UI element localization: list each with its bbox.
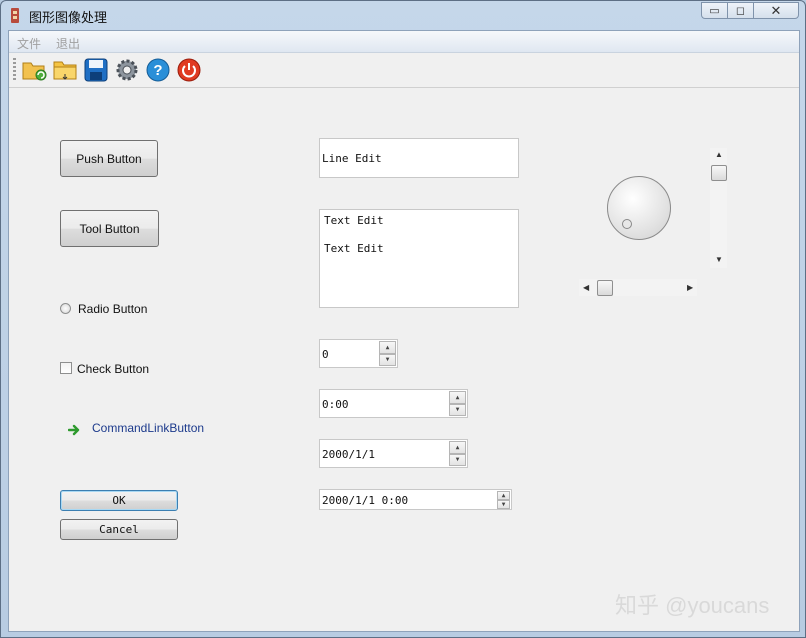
title-bar[interactable]: 图形图像处理 ▭ ◻ ✕ <box>1 1 805 29</box>
maximize-button[interactable]: ◻ <box>727 2 754 19</box>
close-button[interactable]: ✕ <box>753 2 799 19</box>
horizontal-slider[interactable]: ◀ ▶ <box>579 279 697 296</box>
svg-text:?: ? <box>153 62 162 79</box>
power-icon <box>177 58 201 82</box>
check-box[interactable] <box>60 362 72 374</box>
cancel-button[interactable]: Cancel <box>60 519 178 540</box>
scroll-down-arrow-icon[interactable]: ▼ <box>715 255 723 264</box>
time-edit-value: 0:00 <box>322 398 349 411</box>
spin-up-arrow-icon[interactable]: ▲ <box>379 341 396 354</box>
scroll-up-arrow-icon[interactable]: ▲ <box>715 150 723 159</box>
dial[interactable] <box>607 176 671 240</box>
spin-box-value: 0 <box>322 348 329 361</box>
check-box-label[interactable]: Check Button <box>77 362 149 376</box>
date-edit-value: 2000/1/1 <box>322 448 375 461</box>
window-title: 图形图像处理 <box>29 10 108 25</box>
arrow-right-icon <box>68 424 80 436</box>
maximize-icon: ◻ <box>735 5 746 17</box>
minimize-icon: ▭ <box>709 5 720 17</box>
minimize-button[interactable]: ▭ <box>701 2 728 19</box>
close-icon: ✕ <box>770 2 782 18</box>
date-edit[interactable]: 2000/1/1 ▲ ▼ <box>319 439 468 468</box>
date-up-arrow-icon[interactable]: ▲ <box>449 441 466 454</box>
datetime-edit-value: 2000/1/1 0:00 <box>322 494 409 507</box>
watermark: 知乎 @youcans <box>615 593 770 618</box>
time-up-arrow-icon[interactable]: ▲ <box>449 391 466 404</box>
open-folder-button[interactable] <box>20 57 48 83</box>
save-button[interactable] <box>82 57 110 83</box>
datetime-up-arrow-icon[interactable]: ▲ <box>497 491 510 500</box>
dial-knob[interactable] <box>622 219 632 229</box>
command-link-button[interactable]: CommandLinkButton <box>92 421 204 435</box>
menu-file[interactable]: 文件 <box>17 35 41 52</box>
text-edit-line-2: Text Edit <box>324 242 384 255</box>
datetime-down-arrow-icon[interactable]: ▼ <box>497 500 510 509</box>
save-icon <box>84 58 108 82</box>
datetime-edit[interactable]: 2000/1/1 0:00 ▲ ▼ <box>319 489 512 510</box>
help-icon: ? <box>146 58 170 82</box>
spin-down-arrow-icon[interactable]: ▼ <box>379 353 396 366</box>
scroll-right-arrow-icon[interactable]: ▶ <box>687 283 693 292</box>
folder-open-icon <box>22 62 47 81</box>
radio-button[interactable] <box>60 303 71 314</box>
power-button[interactable] <box>175 57 203 83</box>
client-area: 文件 退出 ? Push Button Tool Button Radio Bu… <box>8 30 800 632</box>
ok-button[interactable]: OK <box>60 490 178 511</box>
push-button[interactable]: Push Button <box>60 140 158 177</box>
time-down-arrow-icon[interactable]: ▼ <box>449 403 466 416</box>
tool-button[interactable]: Tool Button <box>60 210 159 247</box>
settings-icon <box>116 59 138 81</box>
line-edit[interactable]: Line Edit <box>319 138 519 178</box>
help-button[interactable]: ? <box>144 57 172 83</box>
main-window: 图形图像处理 ▭ ◻ ✕ 文件 退出 ? Push Button Tool Bu… <box>0 0 806 638</box>
toolbar-grip[interactable] <box>13 58 16 82</box>
radio-button-label[interactable]: Radio Button <box>78 302 147 316</box>
vertical-slider-thumb[interactable] <box>711 165 727 181</box>
folder-button[interactable] <box>51 57 79 83</box>
folder-icon <box>53 61 77 80</box>
menu-bar: 文件 退出 <box>9 31 799 53</box>
toolbar: ? <box>9 53 799 88</box>
settings-button[interactable] <box>113 57 141 83</box>
horizontal-slider-thumb[interactable] <box>597 280 613 296</box>
text-edit[interactable]: Text Edit Text Edit <box>319 209 519 308</box>
vertical-slider[interactable]: ▲ ▼ <box>710 148 727 268</box>
app-icon <box>11 8 19 23</box>
text-edit-line-1: Text Edit <box>324 214 384 227</box>
spin-box[interactable]: 0 ▲ ▼ <box>319 339 398 368</box>
line-edit-text: Line Edit <box>322 152 382 165</box>
scroll-left-arrow-icon[interactable]: ◀ <box>583 283 589 292</box>
menu-exit[interactable]: 退出 <box>56 35 80 52</box>
time-edit[interactable]: 0:00 ▲ ▼ <box>319 389 468 418</box>
date-down-arrow-icon[interactable]: ▼ <box>449 453 466 466</box>
